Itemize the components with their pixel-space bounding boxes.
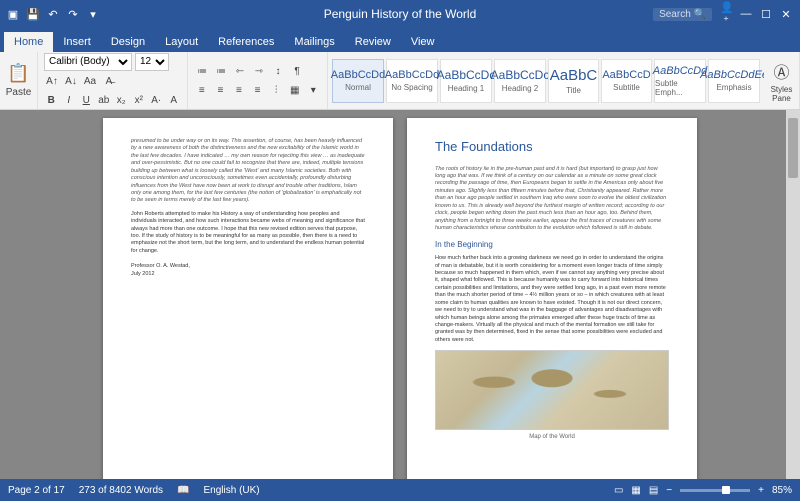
style-normal[interactable]: AaBbCcDdNormal xyxy=(332,59,384,103)
style-subtle-emph[interactable]: AaBbCcDdSubtle Emph... xyxy=(654,59,706,103)
style-title[interactable]: AaBbCTitle xyxy=(548,59,599,103)
page-left[interactable]: presumed to be under way or on its way. … xyxy=(103,118,393,479)
style-emphasis[interactable]: AaBbCcDdEeEmphasis xyxy=(708,59,760,103)
subscript-button[interactable]: x₂ xyxy=(114,93,129,109)
doc-text: John Roberts attempted to make his Histo… xyxy=(131,211,365,256)
minimize-button[interactable]: — xyxy=(740,8,752,20)
tab-home[interactable]: Home xyxy=(4,32,53,52)
font-size-select[interactable]: 12 xyxy=(135,53,169,71)
line-spacing-button[interactable]: ⫶ xyxy=(268,82,284,98)
doc-signature-date: July 2012 xyxy=(131,271,365,278)
doc-signature-name: Professor O. A. Westad, xyxy=(131,263,365,270)
sort-button[interactable]: ↕ xyxy=(270,63,286,79)
outdent-button[interactable]: ⇽ xyxy=(232,63,248,79)
tab-layout[interactable]: Layout xyxy=(155,32,208,52)
indent-button[interactable]: ⇾ xyxy=(251,63,267,79)
doc-text: How much further back into a growing dar… xyxy=(435,255,669,344)
italic-button[interactable]: I xyxy=(62,93,77,109)
align-right-button[interactable]: ≡ xyxy=(231,82,247,98)
word-icon: ▣ xyxy=(6,7,20,21)
image-caption: Map of the World xyxy=(435,433,669,441)
doc-text: The roots of history lie in the pre-huma… xyxy=(435,166,669,233)
align-center-button[interactable]: ≡ xyxy=(213,82,229,98)
save-icon[interactable]: 💾 xyxy=(26,7,40,21)
grow-font-button[interactable]: A↑ xyxy=(44,74,60,90)
shrink-font-button[interactable]: A↓ xyxy=(63,74,79,90)
underline-button[interactable]: U xyxy=(79,93,94,109)
spell-check-icon[interactable]: 📖 xyxy=(177,485,189,496)
language-status[interactable]: English (UK) xyxy=(204,485,260,496)
qat-more-icon[interactable]: ▾ xyxy=(86,7,100,21)
font-name-select[interactable]: Calibri (Body) xyxy=(44,53,132,71)
doc-text: presumed to be under way or on its way. … xyxy=(131,138,365,205)
tab-references[interactable]: References xyxy=(208,32,284,52)
tab-review[interactable]: Review xyxy=(345,32,401,52)
ribbon: 📋 Paste Calibri (Body) 12 A↑ A↓ Aa A̶ B … xyxy=(0,52,800,110)
style-no-spacing[interactable]: AaBbCcDdNo Spacing xyxy=(386,59,438,103)
numbering-button[interactable]: ≔ xyxy=(213,63,229,79)
font-color-button[interactable]: A xyxy=(167,93,182,109)
shading-button[interactable]: ▦ xyxy=(287,82,303,98)
share-icon[interactable]: 👤⁺ xyxy=(720,1,732,27)
font-group: Calibri (Body) 12 A↑ A↓ Aa A̶ B I U ab x… xyxy=(38,52,188,109)
bold-button[interactable]: B xyxy=(44,93,59,109)
view-print-icon[interactable]: ▦ xyxy=(631,485,640,496)
tab-view[interactable]: View xyxy=(401,32,445,52)
styles-pane-label: Styles Pane xyxy=(770,85,793,103)
align-left-button[interactable]: ≡ xyxy=(194,82,210,98)
vertical-scrollbar[interactable] xyxy=(786,110,800,479)
paste-icon[interactable]: 📋 xyxy=(7,63,29,84)
tab-design[interactable]: Design xyxy=(101,32,155,52)
search-box[interactable]: Search 🔍 xyxy=(653,8,712,21)
undo-icon[interactable]: ↶ xyxy=(46,7,60,21)
maximize-button[interactable]: ☐ xyxy=(760,8,772,21)
justify-button[interactable]: ≡ xyxy=(250,82,266,98)
zoom-level[interactable]: 85% xyxy=(772,485,792,496)
change-case-button[interactable]: Aa xyxy=(82,74,98,90)
clipboard-group: 📋 Paste xyxy=(0,52,38,109)
page-right[interactable]: The Foundations The roots of history lie… xyxy=(407,118,697,479)
paste-label: Paste xyxy=(6,87,32,98)
borders-button[interactable]: ▾ xyxy=(305,82,321,98)
document-area[interactable]: presumed to be under way or on its way. … xyxy=(0,110,800,479)
status-bar: Page 2 of 17 273 of 8402 Words 📖 English… xyxy=(0,479,800,501)
strike-button[interactable]: ab xyxy=(97,93,112,109)
quick-access-toolbar: ▣ 💾 ↶ ↷ ▾ xyxy=(0,7,100,21)
zoom-slider[interactable] xyxy=(680,489,750,492)
style-heading-1[interactable]: AaBbCcDcHeading 1 xyxy=(440,59,492,103)
paragraph-group: ≔ ≔ ⇽ ⇾ ↕ ¶ ≡ ≡ ≡ ≡ ⫶ ▦ ▾ xyxy=(188,52,328,109)
superscript-button[interactable]: x² xyxy=(132,93,147,109)
map-image xyxy=(435,350,669,430)
styles-gallery: AaBbCcDdNormal AaBbCcDdNo Spacing AaBbCc… xyxy=(328,52,764,109)
close-button[interactable]: ✕ xyxy=(780,8,792,21)
clear-format-button[interactable]: A̶ xyxy=(101,74,117,90)
zoom-out-button[interactable]: − xyxy=(666,485,672,496)
page-count[interactable]: Page 2 of 17 xyxy=(8,485,65,496)
doc-heading-1: The Foundations xyxy=(435,138,669,156)
scrollbar-thumb[interactable] xyxy=(788,118,798,178)
tab-mailings[interactable]: Mailings xyxy=(284,32,344,52)
highlight-button[interactable]: A· xyxy=(149,93,164,109)
styles-pane-icon[interactable]: Ⓐ xyxy=(773,59,789,83)
doc-heading-2: In the Beginning xyxy=(435,240,669,251)
view-read-icon[interactable]: ▭ xyxy=(614,485,623,496)
styles-pane-group: Ⓐ Styles Pane xyxy=(764,52,800,109)
bullets-button[interactable]: ≔ xyxy=(194,63,210,79)
show-marks-button[interactable]: ¶ xyxy=(289,63,305,79)
document-title: Penguin History of the World xyxy=(324,7,477,21)
style-heading-2[interactable]: AaBbCcDcHeading 2 xyxy=(494,59,546,103)
word-count[interactable]: 273 of 8402 Words xyxy=(79,485,163,496)
zoom-in-button[interactable]: + xyxy=(758,485,764,496)
view-web-icon[interactable]: ▤ xyxy=(649,485,658,496)
redo-icon[interactable]: ↷ xyxy=(66,7,80,21)
tab-insert[interactable]: Insert xyxy=(53,32,101,52)
title-bar: ▣ 💾 ↶ ↷ ▾ Penguin History of the World S… xyxy=(0,0,800,28)
style-subtitle[interactable]: AaBbCcDSubtitle xyxy=(601,59,652,103)
ribbon-tabs: Home Insert Design Layout References Mai… xyxy=(0,28,800,52)
